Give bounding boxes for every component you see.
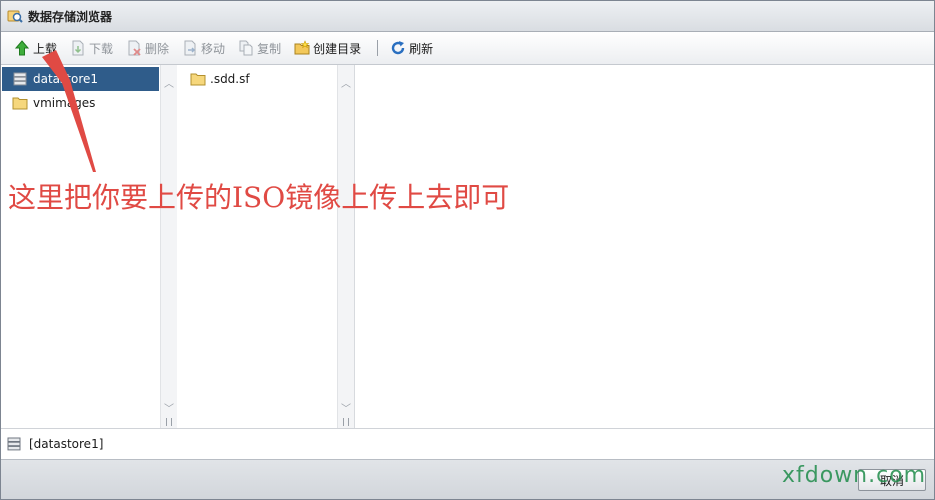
window-title: 数据存储浏览器 <box>28 9 113 24</box>
toolbar-separator <box>377 40 379 56</box>
tree-item-datastore1[interactable]: datastore1 <box>2 67 159 91</box>
upload-label: 上载 <box>33 41 58 56</box>
scroll-up-icon[interactable]: ︿ <box>163 79 175 91</box>
delete-button[interactable]: 删除 <box>123 37 172 59</box>
datastore-browser-window: 数据存储浏览器 上载 下载 删除 移动 复制 创建目录 刷新 datastore… <box>0 0 935 500</box>
tree-item-label: datastore1 <box>33 72 99 86</box>
status-bar: [datastore1] <box>1 428 934 459</box>
new-folder-icon <box>294 40 310 55</box>
file-name: .sdd.sf <box>210 72 250 86</box>
folder-icon <box>12 97 28 110</box>
copy-label: 复制 <box>257 41 282 56</box>
delete-file-icon <box>128 40 141 56</box>
download-label: 下载 <box>89 41 114 56</box>
folder-contents-pane: .sdd.sf ︿ ﹀ <box>178 65 355 428</box>
create-directory-label: 创建目录 <box>313 41 362 56</box>
upload-arrow-icon <box>14 40 30 56</box>
scroll-down-icon[interactable]: ﹀ <box>163 404 175 416</box>
contents-scrollbar[interactable]: ︿ ﹀ <box>337 65 354 428</box>
copy-button[interactable]: 复制 <box>235 37 284 59</box>
annotation-text: 这里把你要上传的ISO镜像上传上去即可 <box>8 181 510 214</box>
datastore-icon <box>7 437 21 451</box>
create-directory-button[interactable]: 创建目录 <box>291 37 364 59</box>
move-button[interactable]: 移动 <box>179 37 228 59</box>
tree-item-label: vmimages <box>33 96 96 110</box>
toolbar: 上载 下载 删除 移动 复制 创建目录 刷新 <box>1 32 934 65</box>
resize-grip-icon[interactable] <box>166 418 172 426</box>
folder-icon <box>190 73 206 86</box>
move-file-icon <box>184 40 196 56</box>
download-button[interactable]: 下载 <box>67 37 116 59</box>
datastore-tree-pane: datastore1 vmimages ︿ ﹀ <box>1 65 177 428</box>
watermark: xfdown.com <box>782 463 927 488</box>
refresh-label: 刷新 <box>409 41 434 56</box>
title-bar: 数据存储浏览器 <box>1 1 934 32</box>
delete-label: 删除 <box>145 41 170 56</box>
scroll-down-icon[interactable]: ﹀ <box>340 404 352 416</box>
tree-scrollbar[interactable]: ︿ ﹀ <box>160 65 177 428</box>
upload-button[interactable]: 上载 <box>11 37 60 59</box>
move-label: 移动 <box>201 41 226 56</box>
file-details-pane <box>356 65 934 428</box>
datastore-icon <box>13 72 27 86</box>
download-file-icon <box>72 40 84 56</box>
scroll-up-icon[interactable]: ︿ <box>340 79 352 91</box>
list-item[interactable]: .sdd.sf <box>190 70 250 88</box>
tree-item-vmimages[interactable]: vmimages <box>2 91 159 115</box>
datastore-browser-icon <box>7 10 23 23</box>
copy-file-icon <box>239 40 253 56</box>
refresh-button[interactable]: 刷新 <box>387 37 436 59</box>
status-path: [datastore1] <box>29 437 104 451</box>
resize-grip-icon[interactable] <box>343 418 349 426</box>
refresh-icon <box>391 41 405 55</box>
